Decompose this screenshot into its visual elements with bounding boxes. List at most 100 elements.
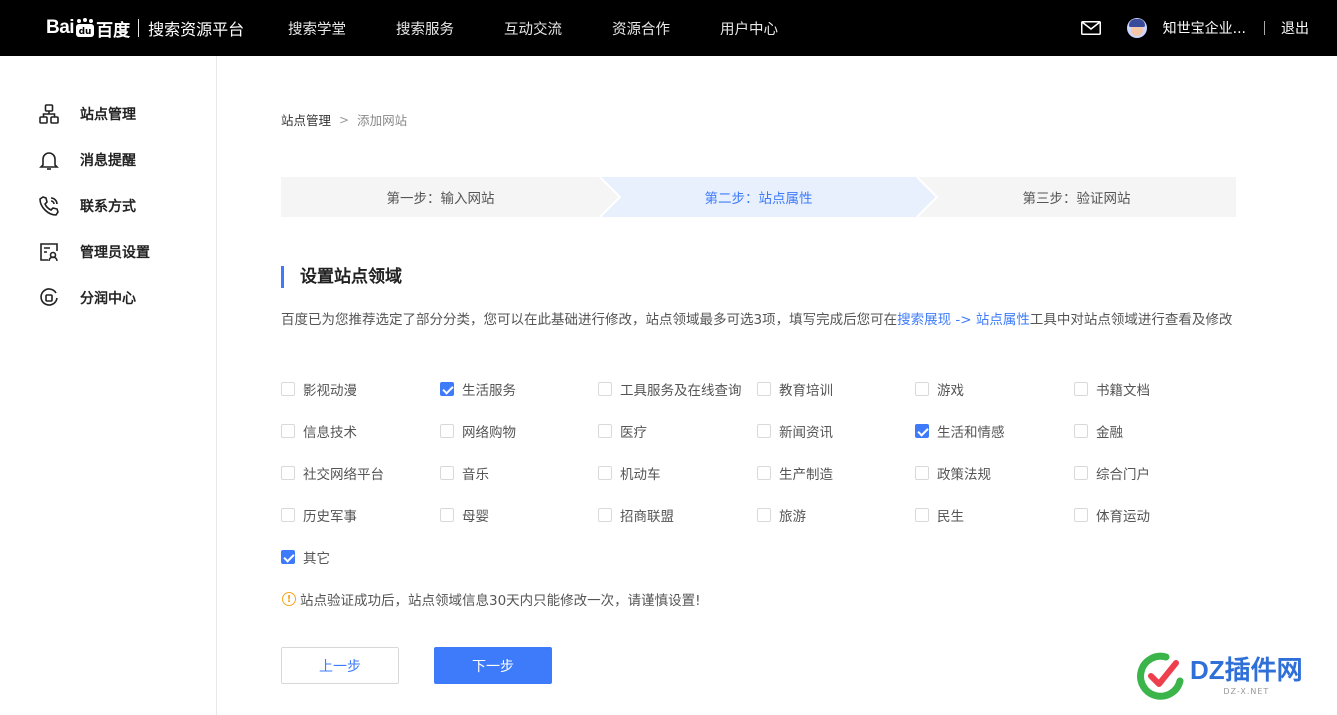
category-checkbox[interactable] (440, 382, 454, 396)
category-checkbox[interactable] (1074, 382, 1088, 396)
category-checkbox[interactable] (915, 466, 929, 480)
next-step-button[interactable]: 下一步 (434, 647, 552, 684)
top-navbar: Bai du 百度 搜索资源平台 搜索学堂 搜索服务 互动交流 资源合作 用户中… (0, 0, 1337, 56)
category-option[interactable]: 招商联盟 (598, 505, 674, 525)
sidebar-item-messages[interactable]: 消息提醒 (38, 148, 136, 172)
category-option[interactable]: 其它 (281, 547, 330, 567)
category-checkbox[interactable] (440, 466, 454, 480)
category-checkbox[interactable] (757, 382, 771, 396)
username[interactable]: 知世宝企业... (1163, 18, 1246, 38)
category-option[interactable]: 生活和情感 (915, 421, 1005, 441)
category-option[interactable]: 社交网络平台 (281, 463, 384, 483)
category-label: 信息技术 (303, 425, 357, 441)
category-label: 教育培训 (779, 383, 833, 399)
category-label: 书籍文档 (1096, 383, 1150, 399)
category-option[interactable]: 金融 (1074, 421, 1123, 441)
category-checkbox[interactable] (440, 508, 454, 522)
category-checkbox[interactable] (1074, 424, 1088, 438)
category-checkbox[interactable] (281, 424, 295, 438)
category-label: 体育运动 (1096, 509, 1150, 525)
category-checkbox[interactable] (281, 508, 295, 522)
baidu-logo[interactable]: Bai du 百度 搜索资源平台 (46, 10, 244, 46)
sidebar-item-label: 站点管理 (80, 107, 136, 123)
category-label: 影视动漫 (303, 383, 357, 399)
sidebar-item-admin-settings[interactable]: 管理员设置 (38, 240, 150, 264)
category-checkbox[interactable] (1074, 508, 1088, 522)
watermark: DZ插件网 DZ-X.NET (1136, 648, 1326, 703)
category-option[interactable]: 综合门户 (1074, 463, 1150, 483)
prev-step-button[interactable]: 上一步 (281, 647, 399, 684)
category-label: 生活和情感 (937, 425, 1005, 441)
category-checkbox[interactable] (915, 508, 929, 522)
category-checkbox[interactable] (281, 466, 295, 480)
category-label: 网络购物 (462, 425, 516, 441)
category-option[interactable]: 网络购物 (440, 421, 516, 441)
category-option[interactable]: 医疗 (598, 421, 647, 441)
category-checkbox[interactable] (757, 508, 771, 522)
nav-search-academy[interactable]: 搜索学堂 (288, 18, 346, 39)
category-checkbox[interactable] (915, 424, 929, 438)
category-checkbox[interactable] (440, 424, 454, 438)
nav-interaction[interactable]: 互动交流 (504, 18, 562, 39)
category-option[interactable]: 影视动漫 (281, 379, 357, 399)
category-label: 招商联盟 (620, 509, 674, 525)
category-label: 母婴 (462, 509, 489, 525)
category-option[interactable]: 工具服务及在线查询 (598, 379, 742, 399)
category-option[interactable]: 游戏 (915, 379, 964, 399)
category-option[interactable]: 书籍文档 (1074, 379, 1150, 399)
logo-text-bai: Bai (46, 17, 75, 38)
category-option[interactable]: 音乐 (440, 463, 489, 483)
category-label: 社交网络平台 (303, 467, 384, 483)
category-option[interactable]: 新闻资讯 (757, 421, 833, 441)
section-description: 百度已为您推荐选定了部分分类，您可以在此基础进行修改，站点领域最多可选3项，填写… (281, 306, 1241, 334)
desc-link[interactable]: 搜索展现 -> 站点属性 (897, 312, 1030, 328)
category-label: 医疗 (620, 425, 647, 441)
sidebar-item-label: 联系方式 (80, 199, 136, 215)
category-checkbox[interactable] (281, 550, 295, 564)
category-option[interactable]: 信息技术 (281, 421, 357, 441)
mail-icon[interactable] (1080, 21, 1101, 35)
avatar[interactable] (1126, 18, 1147, 38)
category-checkbox[interactable] (757, 466, 771, 480)
category-checkbox[interactable] (598, 466, 612, 480)
category-label: 历史军事 (303, 509, 357, 525)
category-option[interactable]: 民生 (915, 505, 964, 525)
category-option[interactable]: 历史军事 (281, 505, 357, 525)
nav-user-center[interactable]: 用户中心 (720, 18, 778, 39)
category-checkbox[interactable] (915, 382, 929, 396)
category-option[interactable]: 体育运动 (1074, 505, 1150, 525)
category-label: 生活服务 (462, 383, 516, 399)
category-checkbox[interactable] (757, 424, 771, 438)
category-checkbox[interactable] (598, 508, 612, 522)
nav-resource-cooperation[interactable]: 资源合作 (612, 18, 670, 39)
breadcrumb-parent[interactable]: 站点管理 (281, 110, 331, 129)
category-checkbox[interactable] (1074, 466, 1088, 480)
category-option[interactable]: 母婴 (440, 505, 489, 525)
breadcrumb-current: 添加网站 (357, 113, 408, 128)
category-checkbox[interactable] (281, 382, 295, 396)
header-divider (1264, 21, 1265, 35)
category-option[interactable]: 旅游 (757, 505, 806, 525)
sidebar-item-revenue[interactable]: 分润中心 (38, 286, 136, 310)
category-option[interactable]: 政策法规 (915, 463, 991, 483)
sitemap-icon (39, 104, 59, 124)
category-option[interactable]: 机动车 (598, 463, 661, 483)
category-checkbox[interactable] (598, 424, 612, 438)
platform-title: 搜索资源平台 (148, 20, 245, 39)
section-title: 设置站点领域 (281, 266, 402, 288)
category-label: 工具服务及在线查询 (620, 383, 742, 399)
category-option[interactable]: 教育培训 (757, 379, 833, 399)
sidebar-item-contact[interactable]: 联系方式 (38, 194, 136, 218)
category-option[interactable]: 生活服务 (440, 379, 516, 399)
user-area: 知世宝企业... 退出 (1080, 0, 1309, 56)
category-checkbox[interactable] (598, 382, 612, 396)
watermark-text: DZ插件网 DZ-X.NET (1190, 655, 1303, 696)
category-label: 民生 (937, 509, 964, 525)
nav-search-service[interactable]: 搜索服务 (396, 18, 454, 39)
step-3: 第三步：验证网站 (917, 177, 1236, 217)
baidu-paw-icon: du (76, 18, 95, 37)
step-2-label: 第二步：站点属性 (704, 191, 813, 207)
category-option[interactable]: 生产制造 (757, 463, 833, 483)
logout-link[interactable]: 退出 (1281, 18, 1309, 38)
sidebar-item-site-management[interactable]: 站点管理 (38, 102, 136, 126)
